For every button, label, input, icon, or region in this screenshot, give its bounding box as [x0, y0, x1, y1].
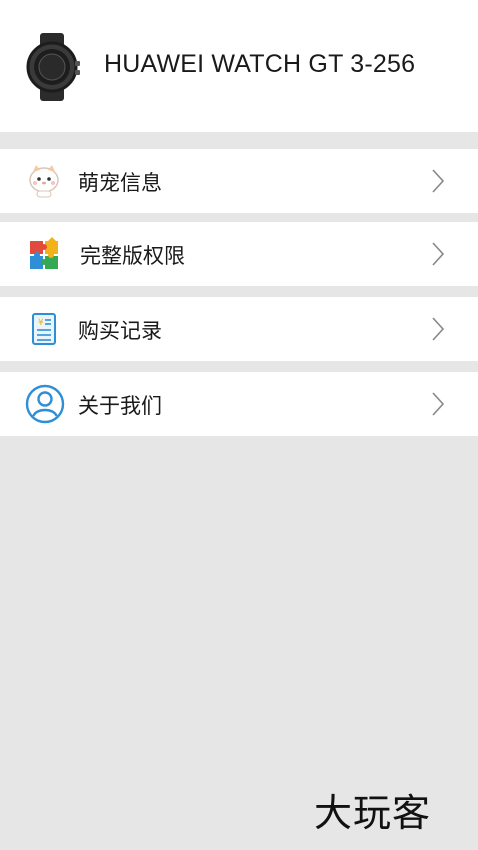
menu-item-label: 关于我们 — [78, 394, 162, 418]
menu-item-purchase-history[interactable]: ¥ 购买记录 — [0, 297, 478, 361]
menu-item-label: 购买记录 — [78, 319, 162, 343]
chevron-right-icon — [432, 242, 445, 266]
puzzle-icon — [30, 237, 58, 269]
device-name: HUAWEI WATCH GT 3-256 — [104, 50, 416, 78]
pet-face-icon — [29, 165, 59, 198]
svg-text:¥: ¥ — [38, 318, 44, 328]
receipt-icon: ¥ — [32, 313, 56, 345]
chevron-right-icon — [432, 317, 445, 341]
menu-item-label: 萌宠信息 — [78, 171, 162, 195]
user-circle-icon — [25, 384, 65, 424]
chevron-right-icon — [432, 392, 445, 416]
menu-item-about-us[interactable]: 关于我们 — [0, 372, 478, 436]
device-header: HUAWEI WATCH GT 3-256 — [0, 0, 478, 132]
smartwatch-icon — [26, 33, 80, 101]
menu-item-pet-info[interactable]: 萌宠信息 — [0, 149, 478, 213]
menu-item-full-version[interactable]: 完整版权限 — [0, 222, 478, 286]
menu-item-label: 完整版权限 — [80, 244, 185, 268]
chevron-right-icon — [432, 169, 445, 193]
brand-watermark: 大玩客 — [314, 791, 432, 835]
